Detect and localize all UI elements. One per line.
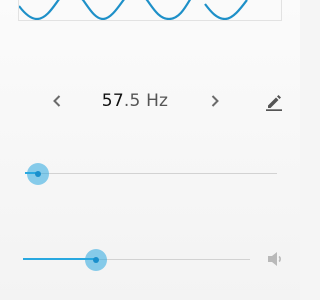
frequency-integer: 57 <box>101 91 124 111</box>
chevron-left-icon <box>53 95 61 107</box>
waveform-display <box>18 0 282 21</box>
frequency-display[interactable]: 57.5 Hz <box>70 90 200 112</box>
frequency-slider-track[interactable] <box>25 173 277 174</box>
sine-wave <box>19 0 248 20</box>
edit-frequency-button[interactable] <box>259 86 289 116</box>
pencil-icon <box>266 95 282 111</box>
volume-slider-thumb[interactable] <box>92 257 99 263</box>
volume-icon[interactable] <box>265 249 285 269</box>
volume-slider[interactable] <box>23 247 250 273</box>
frequency-unit: Hz <box>146 91 169 111</box>
frequency-slider[interactable] <box>25 161 277 187</box>
chevron-right-icon <box>211 95 219 107</box>
next-frequency-button[interactable] <box>200 86 230 116</box>
previous-frequency-button[interactable] <box>42 86 72 116</box>
frequency-decimal: .5 <box>123 91 141 111</box>
frequency-slider-thumb[interactable] <box>34 171 41 177</box>
frequency-row: 57.5 Hz <box>0 84 300 118</box>
tone-generator-screen: 57.5 Hz <box>0 0 300 300</box>
